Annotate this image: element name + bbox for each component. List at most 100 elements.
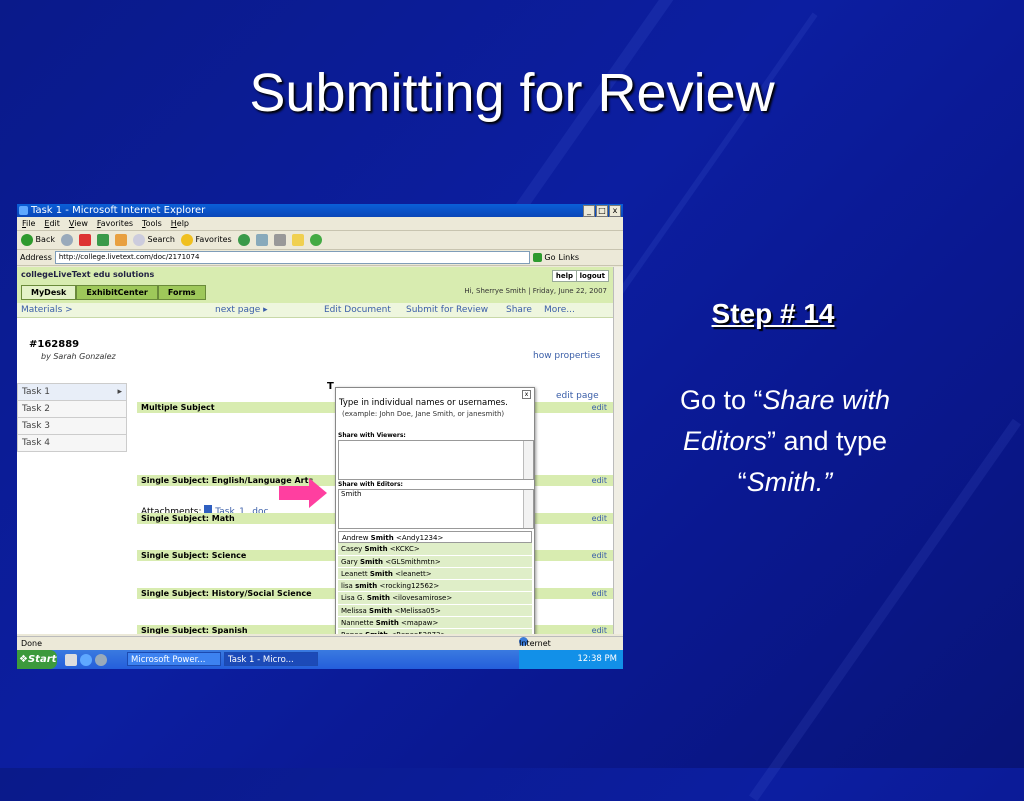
suggestion-first: Melissa [341, 606, 370, 615]
section-title: Single Subject: Spanish [141, 626, 248, 634]
tab-mydesk[interactable]: MyDesk [21, 285, 77, 300]
back-button[interactable]: Back [21, 231, 55, 249]
menu-help[interactable]: Help [171, 217, 189, 230]
next-page-link[interactable]: next page ▸ [215, 303, 268, 317]
submit-for-review-link[interactable]: Submit for Review [406, 303, 488, 317]
share-example: (example: John Doe, Jane Smith, or janes… [342, 410, 505, 418]
suggestion-item[interactable]: Melissa Smith <Melissa05> [338, 604, 532, 618]
task-item-3[interactable]: Task 3 [17, 418, 127, 435]
menu-favorites[interactable]: Favorites [97, 217, 133, 230]
tab-forms[interactable]: Forms [157, 285, 206, 300]
logout-button[interactable]: logout [575, 270, 609, 282]
edit-link[interactable]: edit [592, 625, 607, 634]
history-icon[interactable] [237, 234, 250, 246]
edit-page-link[interactable]: edit page [556, 391, 599, 401]
suggestion-rest: <rocking12562> [377, 582, 440, 591]
task-item-4[interactable]: Task 4 [17, 435, 127, 452]
suggestion-item[interactable]: lisa smith <rocking12562> [338, 580, 532, 593]
help-button[interactable]: help [551, 270, 577, 282]
taskbar-powerpoint[interactable]: Microsoft Power... [127, 652, 221, 666]
edit-link[interactable]: edit [592, 475, 607, 486]
more-link[interactable]: More... [544, 303, 575, 317]
share-popup: x Type in individual names or usernames.… [335, 387, 535, 634]
edit-link[interactable]: edit [592, 550, 607, 561]
menu-edit[interactable]: Edit [44, 217, 60, 230]
task-item-2[interactable]: Task 2 [17, 401, 127, 418]
suggestion-bold: Smith [366, 594, 390, 603]
task-item-1[interactable]: Task 1 ▸ [17, 383, 127, 401]
suggestion-item[interactable]: Casey Smith <KCKC> [338, 543, 532, 556]
suggestion-bold: Smith [369, 606, 393, 615]
suggestion-item[interactable]: Leanett Smith <leanett> [338, 567, 532, 581]
windows-logo-icon: ❖ [19, 654, 28, 665]
clock: 12:38 PM [577, 654, 617, 664]
livetext-logo[interactable]: collegeLiveText edu solutions [21, 270, 154, 279]
maximize-button[interactable]: □ [596, 205, 608, 217]
status-done: Done [21, 639, 43, 648]
suggestion-first: Casey [341, 545, 365, 554]
instruction-prefix: Go to [679, 385, 754, 415]
address-input[interactable]: http://college.livetext.com/doc/2171074 [54, 251, 530, 264]
main-tabs: MyDesk ExhibitCenter Forms [21, 285, 206, 300]
refresh-icon[interactable] [96, 234, 109, 246]
materials-link[interactable]: Materials > [21, 303, 73, 317]
suggestion-item[interactable]: Renee Smith <Renee52873> [338, 629, 532, 634]
suggestion-item[interactable]: Gary Smith <GLSmithmtn> [338, 555, 532, 568]
links-button[interactable]: Links [559, 253, 580, 262]
suggestion-rest: <ilovesamirose> [389, 594, 453, 603]
editors-label: Share with Editors: [338, 481, 403, 488]
autocomplete-list: Andrew Smith <Andy1234> Casey Smith <KCKC… [338, 531, 532, 634]
edit-link[interactable]: edit [592, 588, 607, 599]
show-properties-link[interactable]: how properties [533, 351, 600, 361]
go-button[interactable]: Go [532, 253, 556, 262]
edit-link[interactable]: edit [592, 402, 607, 413]
close-button[interactable]: x [609, 205, 621, 217]
quicklaunch-icon[interactable] [65, 654, 77, 666]
quicklaunch-ie-icon[interactable] [80, 654, 92, 666]
suggestion-first: Lisa G. [341, 594, 367, 603]
messenger-icon[interactable] [309, 234, 322, 246]
editors-scrollbar[interactable] [523, 490, 533, 528]
instruction-open-quote-2: “ [737, 467, 747, 497]
edit-link[interactable]: edit [592, 513, 607, 524]
search-button[interactable]: Search [132, 231, 175, 249]
menu-view[interactable]: View [69, 217, 88, 230]
go-arrow-icon [532, 253, 542, 262]
menu-file[interactable]: File [22, 217, 35, 230]
edit-document-link[interactable]: Edit Document [324, 303, 391, 317]
tab-exhibitcenter[interactable]: ExhibitCenter [76, 285, 158, 300]
suggestion-item[interactable]: Lisa G. Smith <ilovesamirose> [338, 592, 532, 605]
page-scrollbar[interactable] [613, 267, 623, 634]
close-icon[interactable]: x [522, 390, 531, 399]
windows-taskbar: ❖Start Microsoft Power... Task 1 - Micro… [17, 650, 623, 669]
editors-input-value: Smith [341, 490, 362, 498]
suggestion-item[interactable]: Andrew Smith <Andy1234> [338, 531, 532, 544]
search-label: Search [147, 235, 175, 244]
mail-icon[interactable] [255, 234, 268, 246]
favorites-button[interactable]: Favorites [181, 231, 232, 249]
slide-title: Submitting for Review [249, 63, 775, 123]
suggestion-rest: <Renee52873> [388, 631, 446, 634]
folder-icon[interactable] [291, 234, 304, 246]
share-viewers-input[interactable] [338, 440, 534, 480]
suggestion-item[interactable]: Nannette Smith <mapaw> [338, 617, 532, 630]
viewers-scrollbar[interactable] [523, 441, 533, 479]
share-link[interactable]: Share [506, 303, 532, 317]
quicklaunch-media-icon[interactable] [95, 654, 107, 666]
menu-tools[interactable]: Tools [142, 217, 162, 230]
section-title: Single Subject: Science [141, 551, 247, 560]
instruction-smith: Smith.” [746, 467, 833, 497]
share-editors-input[interactable]: Smith [338, 489, 534, 529]
forward-arrow-icon[interactable] [60, 234, 73, 246]
start-button[interactable]: ❖Start [17, 650, 57, 669]
suggestion-first: Gary [341, 557, 360, 566]
stop-icon[interactable] [78, 234, 91, 246]
step-instruction: Go to “Share with Editors” and type “Smi… [640, 380, 930, 503]
suggestion-rest: <KCKC> [387, 545, 420, 554]
print-icon[interactable] [273, 234, 286, 246]
suggestion-rest: <GLSmithmtn> [383, 557, 441, 566]
minimize-button[interactable]: _ [583, 205, 595, 217]
document-nav: Materials > next page ▸ Edit Document Su… [17, 303, 613, 318]
home-icon[interactable] [114, 234, 127, 246]
taskbar-ie-window[interactable]: Task 1 - Micro... [224, 652, 318, 666]
